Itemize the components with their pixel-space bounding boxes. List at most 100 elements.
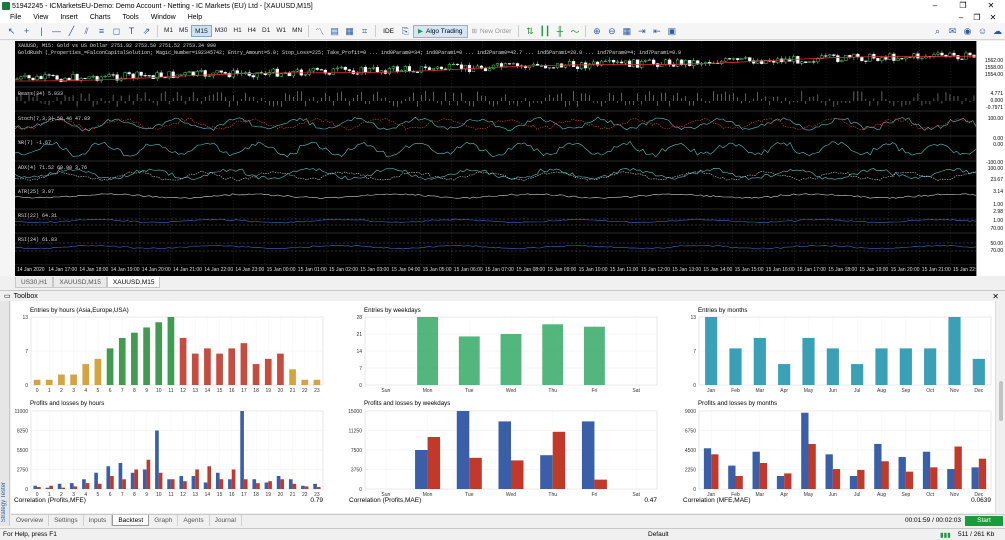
time-axis-label: 14 Jan 19:00: [110, 267, 140, 273]
timeframe-d1[interactable]: D1: [259, 25, 273, 37]
bar: [954, 446, 962, 489]
zoom-out-icon[interactable]: ⊖: [605, 25, 618, 38]
vps-icon[interactable]: ☁: [991, 25, 1004, 38]
correlation-mfe-mae-label: Correlation (MFE,MAE): [683, 497, 751, 504]
fibonacci-icon[interactable]: ≡: [95, 25, 108, 38]
tab-graph[interactable]: Graph: [149, 515, 179, 526]
ide-button[interactable]: IDE: [379, 25, 398, 38]
tab-settings[interactable]: Settings: [49, 515, 84, 526]
strategy-tester-icon[interactable]: ⎘: [399, 25, 412, 38]
report-chart: Profits and losses by hours11000 8250 5500…: [14, 400, 324, 498]
time-axis-label: 15 Jan 07:00: [485, 267, 514, 273]
text-icon[interactable]: T: [125, 25, 138, 38]
indicator-stoch-label: Stoch(7,3,3) 58.46 47.83: [18, 116, 91, 122]
close-window-button[interactable]: ✕: [977, 0, 1005, 12]
chart-settings-icon[interactable]: ▦: [343, 25, 356, 38]
menu-window[interactable]: Window: [145, 14, 182, 21]
tab-backtest[interactable]: Backtest: [112, 515, 150, 526]
chat-icon[interactable]: ✉: [946, 25, 959, 38]
tab-agents[interactable]: Agents: [178, 515, 210, 526]
candle: [315, 68, 319, 70]
timeframe-m1[interactable]: M1: [161, 25, 176, 37]
horizontal-line-icon[interactable]: —: [50, 25, 63, 38]
mdi-restore-icon[interactable]: ❐: [969, 12, 985, 23]
report-scrollbar[interactable]: [995, 301, 1005, 513]
bar: [905, 471, 914, 489]
vertical-line-icon[interactable]: |: [35, 25, 48, 38]
bar: [240, 411, 244, 489]
timeframe-h1[interactable]: H1: [230, 25, 244, 37]
algo-trading-button[interactable]: ▶ Algo Trading: [413, 24, 468, 38]
timeframe-w1[interactable]: W1: [273, 25, 289, 37]
timeframe-m30[interactable]: M30: [212, 25, 231, 37]
tab-journal[interactable]: Journal: [210, 515, 242, 526]
tab-overview[interactable]: Overview: [11, 515, 50, 526]
channel-icon[interactable]: ⫽: [80, 25, 93, 38]
mdi-close-icon[interactable]: ✕: [985, 12, 1001, 23]
crosshair-icon[interactable]: +: [20, 25, 33, 38]
bar-chart-icon[interactable]: ┃┃: [538, 25, 551, 38]
timeframe-m15[interactable]: M15: [191, 25, 212, 37]
candle: [279, 73, 283, 77]
shapes-icon[interactable]: ◻: [110, 25, 123, 38]
strategy-tester-side-tab[interactable]: Strategy Tester: [0, 301, 10, 526]
x-tick-label: Oct: [926, 388, 934, 394]
bar: [264, 482, 269, 489]
candle: [632, 59, 636, 67]
depth-of-market-icon[interactable]: ⇅: [523, 25, 536, 38]
community-icon[interactable]: ◉: [961, 25, 974, 38]
account-icon[interactable]: ☺: [976, 25, 989, 38]
bar: [219, 479, 224, 489]
price-scale-label: 50.00: [990, 241, 1003, 247]
candle: [652, 59, 656, 64]
time-axis-label: 14 Jan 18:00: [79, 267, 109, 273]
tester-tabs: Overview Settings Inputs Backtest Graph …: [11, 514, 1005, 526]
chart-shift-icon[interactable]: ⇤: [650, 25, 663, 38]
maximize-button[interactable]: ❐: [949, 0, 977, 12]
price-scale[interactable]: 1562.00 1558.00 1554.00 4.771 0.000 -0.7971 10…: [976, 41, 1005, 276]
menu-help[interactable]: Help: [182, 14, 208, 21]
bar: [304, 486, 309, 489]
candlestick-icon[interactable]: ╫: [553, 25, 566, 38]
scrollbar-thumb[interactable]: [999, 381, 1003, 421]
bar: [122, 479, 126, 489]
cursor-icon[interactable]: ↖: [5, 25, 18, 38]
bar: [118, 463, 123, 489]
chart-tab-us30-h1[interactable]: US30,H1: [15, 277, 54, 288]
bar: [778, 364, 791, 385]
time-axis-label: 15 Jan 08:00: [516, 267, 546, 273]
close-toolbox-icon[interactable]: ✕: [992, 292, 999, 301]
arrows-icon[interactable]: ⇗: [140, 25, 153, 38]
search-icon[interactable]: ⌕: [931, 25, 944, 38]
x-tick-label: Thu: [548, 388, 557, 394]
screenshot-icon[interactable]: ▣: [665, 25, 678, 38]
line-chart-icon[interactable]: 〜: [568, 25, 581, 38]
price-chart[interactable]: XAUUSD, M15: Gold vs US Dollar 2751.92 2…: [15, 41, 976, 276]
timeframe-h4[interactable]: H4: [245, 25, 259, 37]
timeframe-m5[interactable]: M5: [176, 25, 191, 37]
chart-tab-xauusd-m15-1[interactable]: XAUUSD,M15: [53, 277, 107, 288]
tab-inputs[interactable]: Inputs: [84, 515, 113, 526]
start-button[interactable]: Start: [965, 516, 1003, 526]
chart-tab-xauusd-m15-2[interactable]: XAUUSD,M15: [106, 277, 161, 288]
grid-icon[interactable]: ▦: [620, 25, 633, 38]
templates-icon[interactable]: ▤: [328, 25, 341, 38]
menu-insert[interactable]: Insert: [54, 14, 84, 21]
report-chart: Entries by weekdays28 21 14 7 0 Sun Mon Tue Wed T…: [356, 307, 658, 394]
menu-charts[interactable]: Charts: [84, 14, 117, 21]
autoscroll-icon[interactable]: ⇥: [635, 25, 648, 38]
minimize-button[interactable]: –: [921, 0, 949, 12]
indicators-icon[interactable]: 〽: [313, 25, 326, 38]
menu-view[interactable]: View: [27, 14, 54, 21]
time-axis-label: 15 Jan 15:00: [734, 267, 764, 273]
new-order-button[interactable]: ⊞ New Order: [468, 25, 516, 38]
menu-tools[interactable]: Tools: [116, 14, 144, 21]
candle: [407, 66, 412, 72]
trendline-icon[interactable]: ╱: [65, 25, 78, 38]
bar: [851, 364, 864, 385]
mdi-minimize-icon[interactable]: –: [953, 12, 969, 23]
timeframe-mn[interactable]: MN: [289, 25, 305, 37]
menu-file[interactable]: File: [4, 14, 27, 21]
objects-icon[interactable]: ⌗: [358, 25, 371, 38]
zoom-in-icon[interactable]: ⊕: [590, 25, 603, 38]
